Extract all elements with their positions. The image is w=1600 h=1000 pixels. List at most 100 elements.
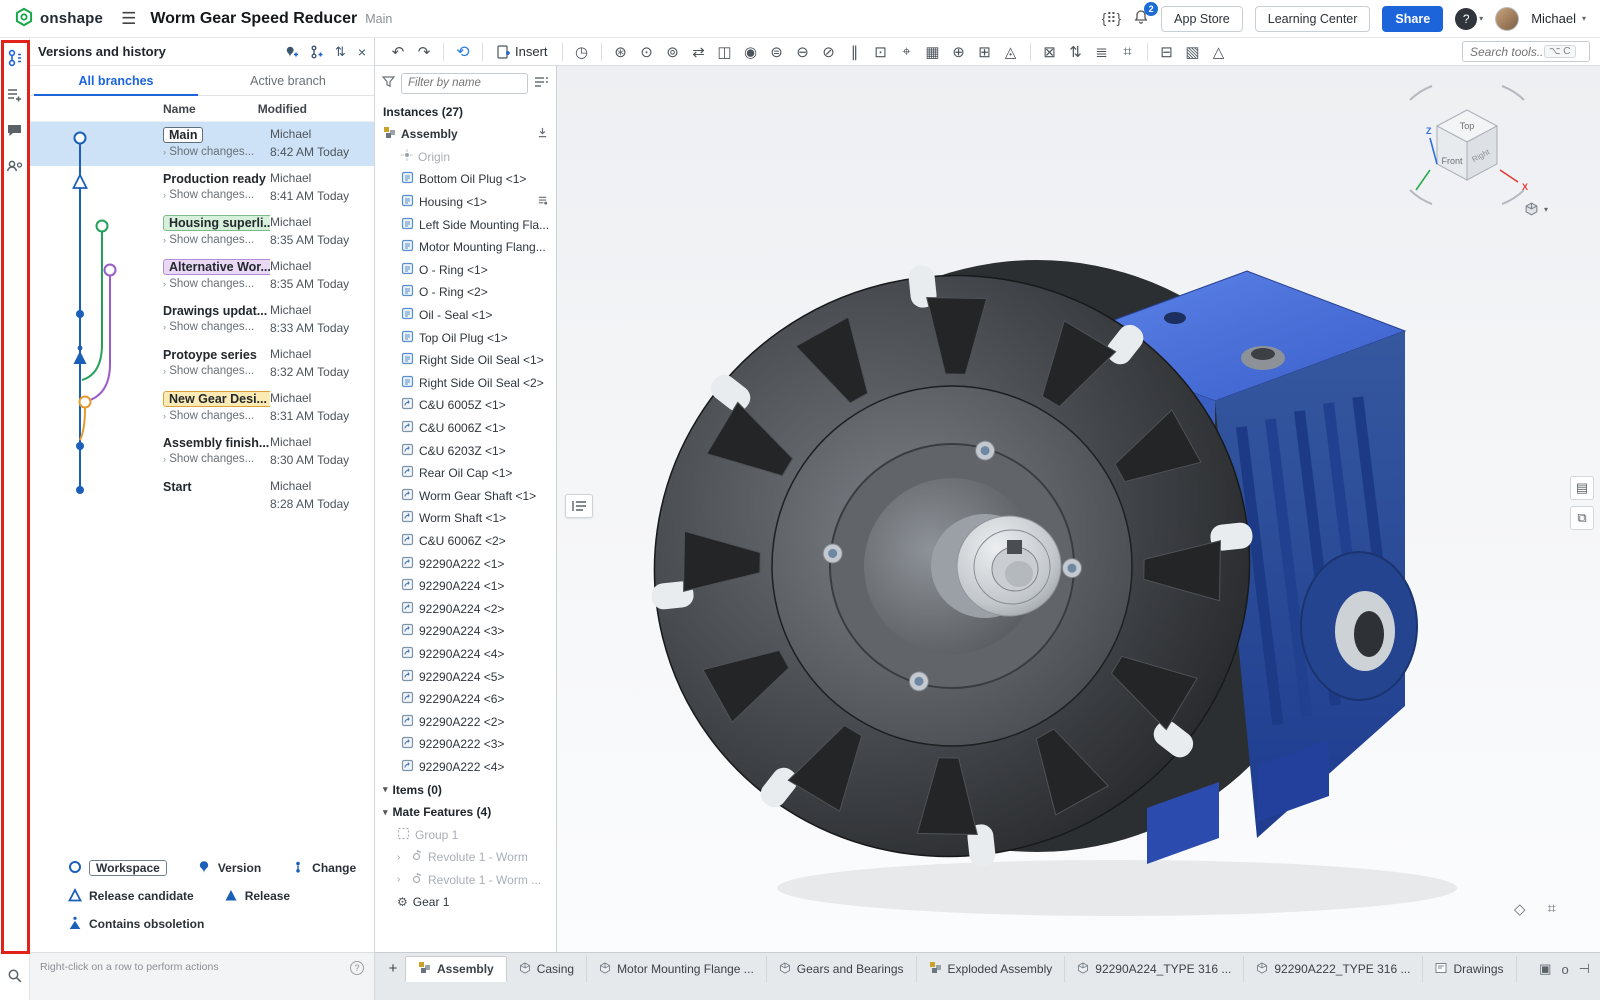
instance-row[interactable]: Housing <1>: [375, 191, 556, 214]
thumbnail-icon[interactable]: ▣: [1539, 961, 1551, 977]
instance-row[interactable]: Group 1: [375, 823, 556, 846]
show-changes-link[interactable]: › Show changes...: [163, 321, 270, 333]
version-row[interactable]: Drawings updat...› Show changes...Michae…: [30, 298, 374, 342]
version-row[interactable]: New Gear Desi...› Show changes...Michael…: [30, 386, 374, 430]
tab-active-branch[interactable]: Active branch: [202, 66, 374, 95]
sync-icon[interactable]: ⇅: [335, 44, 346, 60]
add-tab-button[interactable]: +: [381, 956, 405, 980]
pin-slot-mate-icon[interactable]: ⊖: [790, 41, 816, 63]
chevron-right-icon[interactable]: ›: [397, 874, 405, 885]
ball-mate-icon[interactable]: ◉: [738, 41, 764, 63]
search-tools-input[interactable]: [1470, 45, 1544, 59]
drawing-icon[interactable]: ⊟: [1154, 41, 1180, 63]
show-changes-link[interactable]: › Show changes...: [163, 453, 270, 465]
instance-row[interactable]: Origin: [375, 146, 556, 169]
follow-mode-icon[interactable]: ⟲: [450, 41, 476, 63]
instance-row[interactable]: 92290A224 <5>: [375, 665, 556, 688]
comments-panel-icon[interactable]: [5, 120, 25, 140]
isolate-icon[interactable]: ◇: [1514, 900, 1526, 918]
explode-icon[interactable]: ◬: [998, 41, 1024, 63]
show-changes-link[interactable]: › Show changes...: [163, 146, 270, 158]
version-row[interactable]: Alternative Wor...› Show changes...Micha…: [30, 254, 374, 298]
create-branch-icon[interactable]: [310, 45, 323, 59]
version-row[interactable]: Main› Show changes...Michael8:42 AM Toda…: [30, 122, 374, 166]
create-version-icon[interactable]: [285, 45, 298, 59]
instance-row[interactable]: 92290A222 <1>: [375, 552, 556, 575]
filter-by-name-input[interactable]: [401, 73, 528, 94]
instance-row[interactable]: ›Revolute 1 - Worm: [375, 846, 556, 869]
incontext-icon[interactable]: [537, 195, 548, 209]
parallel-mate-icon[interactable]: ∥: [842, 41, 868, 63]
circular-pattern-icon[interactable]: ⊕: [946, 41, 972, 63]
graphics-viewport[interactable]: Top Front Right Z X ▾ ▤ ⧉ ◇ ⌗: [557, 66, 1600, 952]
tab-drawings[interactable]: Drawings: [1423, 956, 1516, 982]
notifications-bell-icon[interactable]: 2: [1133, 9, 1149, 28]
version-row[interactable]: Housing superli...› Show changes...Micha…: [30, 210, 374, 254]
instance-row[interactable]: C&U 6006Z <2>: [375, 530, 556, 553]
worm-shaft-part[interactable]: [931, 514, 1061, 618]
tab-motor-mounting-flange-[interactable]: Motor Mounting Flange ...: [587, 956, 767, 982]
revolute-mate-icon[interactable]: ⊚: [660, 41, 686, 63]
close-icon[interactable]: ×: [358, 44, 366, 60]
slider-mate-icon[interactable]: ⇄: [686, 41, 712, 63]
instance-row[interactable]: Assembly: [375, 123, 556, 146]
help-hint-icon[interactable]: ?: [350, 961, 364, 975]
instance-row[interactable]: 92290A224 <4>: [375, 643, 556, 666]
version-row[interactable]: Protoype series› Show changes...Michael8…: [30, 342, 374, 386]
instance-row[interactable]: Left Side Mounting Fla...: [375, 213, 556, 236]
show-changes-link[interactable]: › Show changes...: [163, 410, 270, 422]
structure-tree-toggle[interactable]: [565, 494, 593, 518]
instance-row[interactable]: Motor Mounting Flang...: [375, 236, 556, 259]
user-menu[interactable]: Michael▾: [1531, 11, 1586, 26]
instance-row[interactable]: Oil - Seal <1>: [375, 304, 556, 327]
fastened-mate-icon[interactable]: ⊙: [634, 41, 660, 63]
feature-list-panel-icon[interactable]: [5, 84, 25, 104]
view-cube[interactable]: Top Front Right Z X: [1392, 78, 1542, 213]
mate-icon[interactable]: ⊛: [608, 41, 634, 63]
tab-92290a222-type-316-[interactable]: 92290A222_TYPE 316 ...: [1244, 956, 1423, 982]
download-icon[interactable]: [537, 127, 548, 141]
instance-row[interactable]: O - Ring <2>: [375, 281, 556, 304]
tangent-mate-icon[interactable]: ⊘: [816, 41, 842, 63]
flange-bolt[interactable]: [1062, 558, 1081, 577]
instance-row[interactable]: Right Side Oil Seal <2>: [375, 372, 556, 395]
instance-row[interactable]: 92290A224 <1>: [375, 575, 556, 598]
versions-history-panel-icon[interactable]: [5, 48, 25, 68]
instance-row[interactable]: Right Side Oil Seal <1>: [375, 349, 556, 372]
section-grid-icon[interactable]: ⌗: [1548, 900, 1556, 918]
show-changes-link[interactable]: › Show changes...: [163, 234, 270, 246]
mate-features-section-header[interactable]: ▾Mate Features (4): [375, 801, 556, 824]
instance-row[interactable]: Top Oil Plug <1>: [375, 326, 556, 349]
measure-icon[interactable]: ⌗: [1115, 41, 1141, 63]
view-options-cube-icon[interactable]: ▾: [1524, 202, 1548, 217]
tab-gears-and-bearings[interactable]: Gears and Bearings: [767, 956, 917, 982]
search-tools[interactable]: ⌥ C: [1462, 41, 1590, 62]
tab-exploded-assembly[interactable]: Exploded Assembly: [917, 956, 1066, 982]
show-changes-link[interactable]: › Show changes...: [163, 365, 270, 377]
instance-row[interactable]: ›Revolute 1 - Worm ...: [375, 869, 556, 892]
show-changes-link[interactable]: › Show changes...: [163, 278, 270, 290]
chevron-right-icon[interactable]: ›: [397, 852, 405, 863]
instance-row[interactable]: 92290A222 <2>: [375, 710, 556, 733]
instance-row[interactable]: C&U 6006Z <1>: [375, 417, 556, 440]
instance-row[interactable]: 92290A224 <3>: [375, 620, 556, 643]
search-graph-icon[interactable]: [5, 966, 25, 986]
revision-history-icon[interactable]: ◷: [569, 41, 595, 63]
show-changes-link[interactable]: › Show changes...: [163, 189, 270, 201]
onshape-logo[interactable]: onshape: [14, 7, 103, 30]
items-section-header[interactable]: ▾Items (0): [375, 778, 556, 801]
cylindrical-mate-icon[interactable]: ⊜: [764, 41, 790, 63]
snapshot-icon[interactable]: ⊠: [1037, 41, 1063, 63]
group-icon[interactable]: ⊡: [868, 41, 894, 63]
instance-row[interactable]: Rear Oil Cap <1>: [375, 462, 556, 485]
follow-panel-icon[interactable]: [5, 156, 25, 176]
redo-icon[interactable]: ↷: [411, 41, 437, 63]
named-positions-icon[interactable]: ⇅: [1063, 41, 1089, 63]
mate-connector-icon[interactable]: ⌖: [894, 41, 920, 63]
sheet-metal-icon[interactable]: ▧: [1180, 41, 1206, 63]
help-menu[interactable]: ?▾: [1455, 8, 1483, 30]
release-icon[interactable]: △: [1206, 41, 1232, 63]
list-options-icon[interactable]: [534, 76, 549, 91]
instance-row[interactable]: O - Ring <1>: [375, 259, 556, 282]
tab-92290a224-type-316-[interactable]: 92290A224_TYPE 316 ...: [1065, 956, 1244, 982]
